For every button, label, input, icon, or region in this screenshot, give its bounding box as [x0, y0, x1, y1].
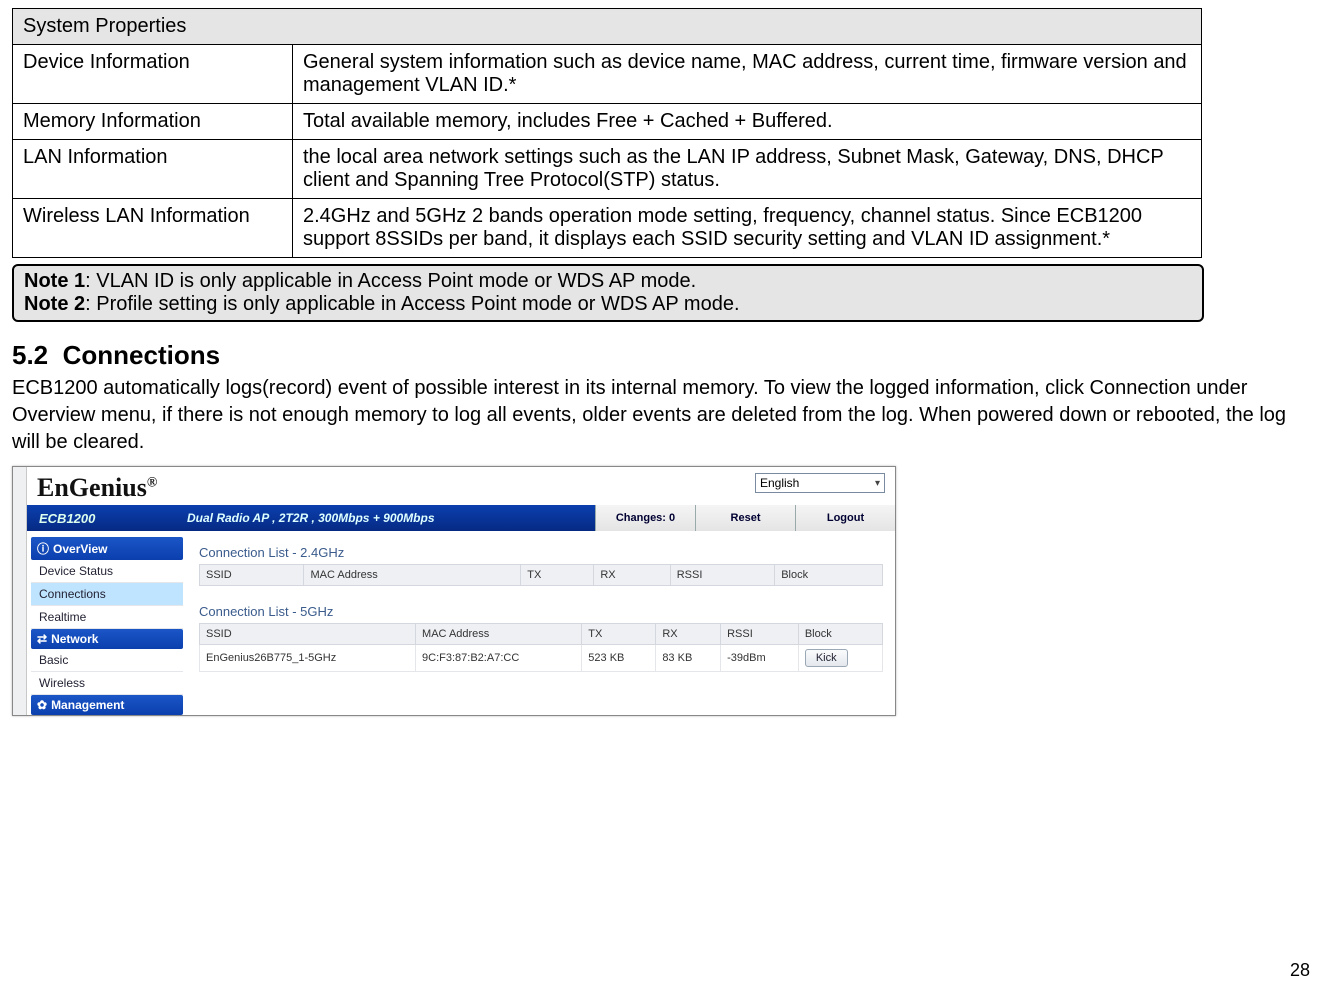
kick-button[interactable]: Kick [805, 649, 848, 667]
logout-button[interactable]: Logout [795, 505, 895, 531]
notes-box: Note 1: VLAN ID is only applicable in Ac… [12, 264, 1204, 322]
language-select[interactable]: English ▾ [755, 473, 885, 493]
sidebar-header-network[interactable]: ⇄ Network [31, 629, 183, 649]
props-row-label: LAN Information [13, 140, 293, 199]
section-body: ECB1200 automatically logs(record) event… [12, 375, 1316, 456]
connection-table-24: SSID MAC Address TX RX RSSI Block [199, 564, 883, 586]
sidebar-item-device-status[interactable]: Device Status [31, 560, 183, 583]
col-tx: TX [521, 565, 594, 586]
col-rssi: RSSI [670, 565, 774, 586]
reset-button[interactable]: Reset [695, 505, 795, 531]
network-icon: ⇄ [37, 632, 47, 646]
info-icon: ⓘ [37, 540, 49, 557]
sidebar-item-basic[interactable]: Basic [31, 649, 183, 672]
connection-list-5-title: Connection List - 5GHz [199, 604, 883, 619]
note1-label: Note 1 [24, 270, 85, 292]
language-value: English [760, 476, 799, 490]
system-properties-table: System Properties Device Information Gen… [12, 8, 1202, 258]
col-mac: MAC Address [304, 565, 521, 586]
cell-block: Kick [798, 645, 882, 672]
cell-rssi: -39dBm [721, 645, 799, 672]
col-block: Block [775, 565, 883, 586]
props-row-desc: General system information such as devic… [293, 45, 1202, 104]
changes-button[interactable]: Changes: 0 [595, 505, 695, 531]
col-ssid: SSID [200, 624, 416, 645]
section-number: 5.2 [12, 340, 48, 370]
main-panel: Connection List - 2.4GHz SSID MAC Addres… [187, 531, 895, 715]
col-rx: RX [656, 624, 721, 645]
props-row-label: Device Information [13, 45, 293, 104]
cell-tx: 523 KB [582, 645, 656, 672]
model-label: ECB1200 [27, 511, 187, 526]
sidebar: ⓘ OverView Device Status Connections Rea… [27, 531, 187, 715]
connection-list-24-title: Connection List - 2.4GHz [199, 545, 883, 560]
col-rx: RX [594, 565, 670, 586]
table-row: EnGenius26B775_1-5GHz 9C:F3:87:B2:A7:CC … [200, 645, 883, 672]
header-bar: ECB1200 Dual Radio AP , 2T2R , 300Mbps +… [27, 505, 895, 531]
col-rssi: RSSI [721, 624, 799, 645]
sidebar-item-connections[interactable]: Connections [31, 583, 183, 606]
connection-table-5: SSID MAC Address TX RX RSSI Block EnGeni… [199, 623, 883, 672]
cell-ssid: EnGenius26B775_1-5GHz [200, 645, 416, 672]
cell-rx: 83 KB [656, 645, 721, 672]
sidebar-item-wireless[interactable]: Wireless [31, 672, 183, 695]
props-row-label: Memory Information [13, 104, 293, 140]
col-tx: TX [582, 624, 656, 645]
sidebar-header-management[interactable]: ✿ Management [31, 695, 183, 715]
admin-ui-screenshot: EnGenius® English ▾ ECB1200 Dual Radio A… [12, 466, 896, 716]
gear-icon: ✿ [37, 698, 47, 712]
section-heading: 5.2 Connections [12, 340, 1316, 371]
note1-text: : VLAN ID is only applicable in Access P… [85, 270, 696, 292]
sidebar-item-realtime[interactable]: Realtime [31, 606, 183, 629]
props-row-desc: Total available memory, includes Free + … [293, 104, 1202, 140]
note2-label: Note 2 [24, 293, 85, 315]
props-row-desc: the local area network settings such as … [293, 140, 1202, 199]
scrollbar-stub[interactable] [13, 467, 27, 715]
tagline: Dual Radio AP , 2T2R , 300Mbps + 900Mbps [187, 511, 595, 525]
page-number: 28 [1290, 960, 1310, 981]
col-ssid: SSID [200, 565, 304, 586]
brand-logo: EnGenius® [37, 473, 157, 503]
col-mac: MAC Address [416, 624, 582, 645]
chevron-down-icon: ▾ [875, 478, 880, 489]
sidebar-header-overview[interactable]: ⓘ OverView [31, 537, 183, 560]
props-row-desc: 2.4GHz and 5GHz 2 bands operation mode s… [293, 199, 1202, 258]
section-title: Connections [63, 340, 220, 370]
col-block: Block [798, 624, 882, 645]
props-row-label: Wireless LAN Information [13, 199, 293, 258]
note2-text: : Profile setting is only applicable in … [85, 293, 739, 315]
props-header: System Properties [13, 9, 1202, 45]
cell-mac: 9C:F3:87:B2:A7:CC [416, 645, 582, 672]
